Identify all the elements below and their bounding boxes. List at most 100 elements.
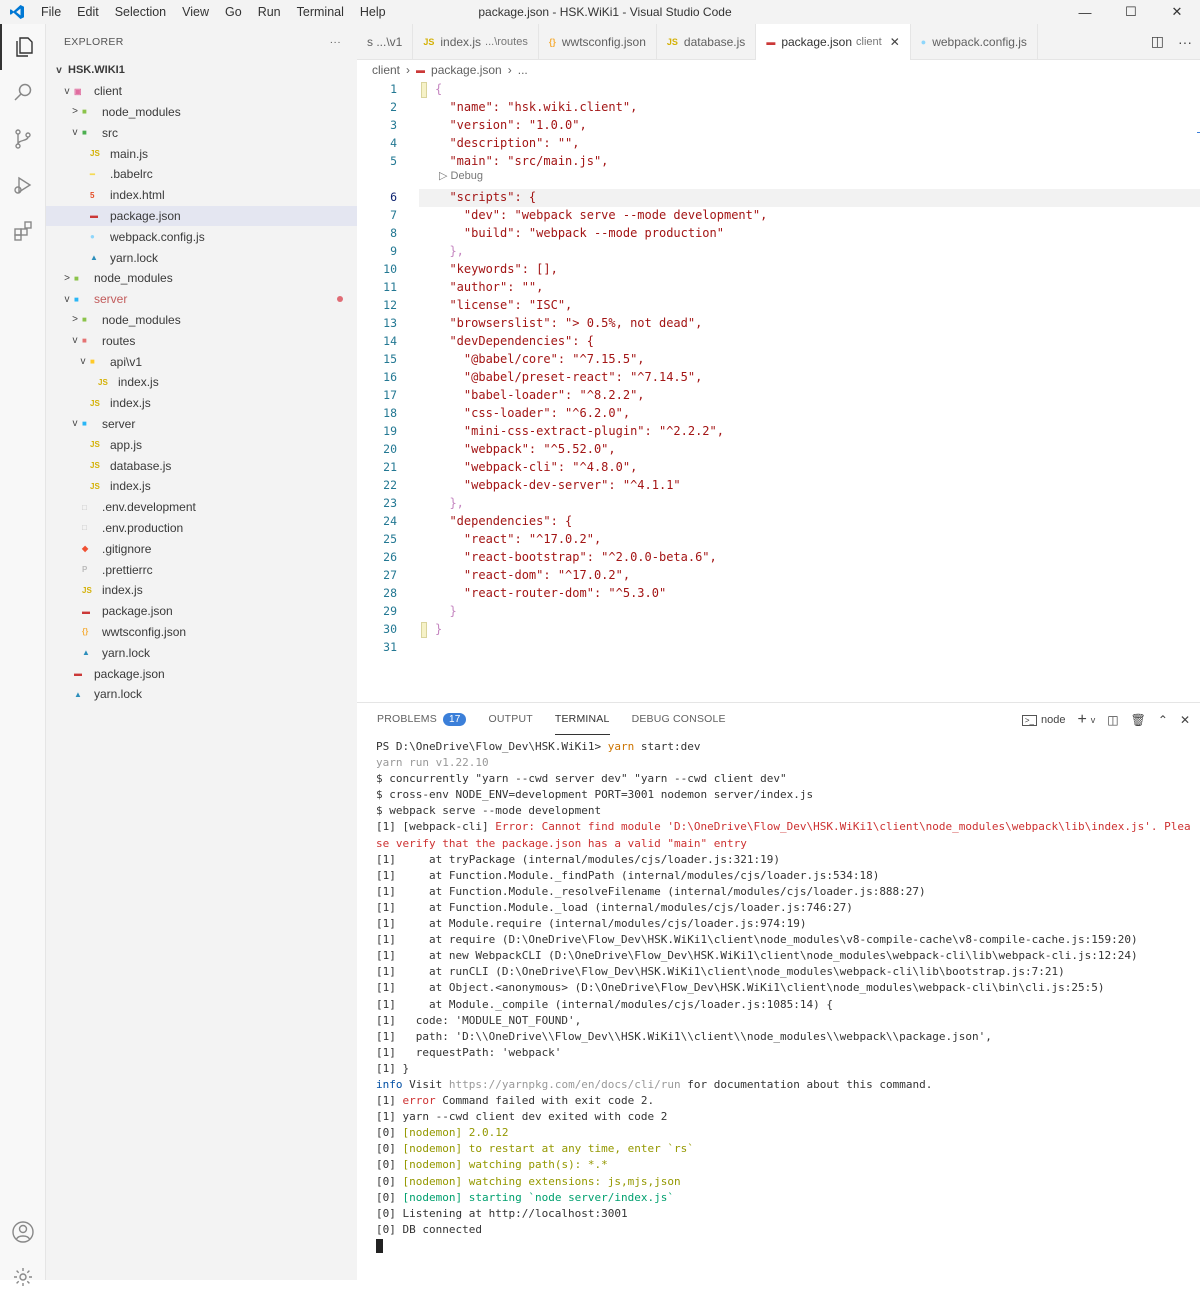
- vscode-logo-icon: [0, 0, 33, 24]
- terminal-line: [1] at runCLI (D:\OneDrive\Flow_Dev\HSK.…: [376, 964, 1196, 980]
- terminal-text: [0]: [376, 1158, 403, 1172]
- split-editor-icon[interactable]: ◫: [1151, 33, 1164, 50]
- yarn-file-icon: ▲: [74, 689, 82, 699]
- tree-item-label: node_modules: [102, 104, 181, 119]
- menu-edit[interactable]: Edit: [69, 0, 107, 24]
- terminal-text: yarn run v1.22.10: [376, 756, 489, 770]
- folder-item[interactable]: > ■ node_modules: [46, 310, 357, 331]
- file-item[interactable]: .▬package.json: [46, 663, 357, 684]
- breadcrumb-folder[interactable]: client: [372, 63, 400, 77]
- file-item[interactable]: .▲yarn.lock: [46, 684, 357, 705]
- terminal-text: [1] path: 'D:\\OneDrive\\Flow_Dev\\HSK.W…: [376, 1029, 992, 1043]
- tab-debug-console[interactable]: DEBUG CONSOLE: [632, 703, 726, 735]
- file-item[interactable]: .◆.gitignore: [46, 538, 357, 559]
- code-editor[interactable]: 1 {2 "name": "hsk.wiki.client", 3 "version…: [357, 80, 1200, 700]
- file-item[interactable]: .P.prettierrc: [46, 559, 357, 580]
- folder-item[interactable]: v ▣ client: [46, 81, 357, 102]
- menu-selection[interactable]: Selection: [107, 0, 174, 24]
- terminal-line: se verify that the package.json has a va…: [376, 836, 1196, 852]
- code-line: "version": "1.0.0",: [435, 118, 587, 132]
- file-item[interactable]: .□.env.development: [46, 497, 357, 518]
- folder-item[interactable]: > ■ node_modules: [46, 268, 357, 289]
- tab-output[interactable]: OUTPUT: [488, 703, 532, 735]
- debug-codelens[interactable]: ▷ Debug: [439, 169, 483, 182]
- run-debug-icon[interactable]: [0, 162, 46, 208]
- menu-help[interactable]: Help: [352, 0, 394, 24]
- terminal-text: [1] yarn --cwd client dev exited with co…: [376, 1110, 668, 1124]
- tab-problems[interactable]: PROBLEMS 17: [377, 703, 467, 735]
- editor-tab[interactable]: s ...\v1: [357, 24, 414, 60]
- npm-file-icon: ▬: [90, 211, 98, 221]
- accounts-icon[interactable]: [0, 1209, 46, 1255]
- editor-tab[interactable]: ● webpack.config.js: [911, 24, 1038, 60]
- file-item[interactable]: .JSindex.js: [46, 580, 357, 601]
- terminal-text: $ concurrently "yarn --cwd server dev" "…: [376, 772, 787, 786]
- modified-dot: [337, 296, 343, 303]
- maximize-panel-icon[interactable]: ⌃: [1158, 713, 1168, 727]
- close-tab-icon[interactable]: ✕: [890, 35, 900, 49]
- file-item[interactable]: .JSmain.js: [46, 143, 357, 164]
- source-control-icon[interactable]: [0, 116, 46, 162]
- file-item[interactable]: .▬package.json: [46, 601, 357, 622]
- tab-terminal[interactable]: TERMINAL: [554, 703, 610, 735]
- file-item[interactable]: .JSindex.js: [46, 393, 357, 414]
- file-item[interactable]: .5index.html: [46, 185, 357, 206]
- file-item[interactable]: .JSdatabase.js: [46, 455, 357, 476]
- file-item[interactable]: .JSindex.js: [46, 372, 357, 393]
- explorer-more-button[interactable]: ···: [330, 36, 341, 48]
- menu-view[interactable]: View: [174, 0, 217, 24]
- file-item[interactable]: .{}wwtsconfig.json: [46, 622, 357, 643]
- folder-item[interactable]: v ■ src: [46, 122, 357, 143]
- editor-tab[interactable]: ▬ package.json client ✕: [756, 24, 911, 60]
- settings-gear-icon[interactable]: [0, 1254, 46, 1300]
- folder-item[interactable]: v ■ server: [46, 414, 357, 435]
- terminal-output[interactable]: PS D:\OneDrive\Flow_Dev\HSK.WiKi1> yarn …: [376, 739, 1196, 1254]
- editor-scrollbar[interactable]: [1196, 80, 1200, 700]
- minimize-button[interactable]: —: [1062, 0, 1108, 24]
- editor-tab[interactable]: {} wwtsconfig.json: [539, 24, 657, 60]
- file-item[interactable]: .▲yarn.lock: [46, 247, 357, 268]
- file-item[interactable]: .JSindex.js: [46, 476, 357, 497]
- folder-item[interactable]: v ■ server: [46, 289, 357, 310]
- editor-tab[interactable]: JS database.js: [657, 24, 757, 60]
- explorer-icon[interactable]: [0, 24, 46, 70]
- code-line: "browserslist": "> 0.5%, not dead",: [435, 316, 703, 330]
- folder-item[interactable]: v ■ api\v1: [46, 351, 357, 372]
- extensions-icon[interactable]: [0, 208, 46, 254]
- npm-file-icon: ▬: [416, 65, 426, 75]
- new-terminal-plus-icon[interactable]: +: [1077, 711, 1086, 729]
- file-item[interactable]: .JSapp.js: [46, 434, 357, 455]
- terminal-text: Visit: [402, 1077, 449, 1091]
- file-item[interactable]: .▲yarn.lock: [46, 642, 357, 663]
- file-item[interactable]: .●webpack.config.js: [46, 226, 357, 247]
- more-actions-icon[interactable]: ···: [1178, 34, 1192, 50]
- terminal-text: [1] requestPath: 'webpack': [376, 1045, 562, 1059]
- terminal-shell-selector[interactable]: >_ node: [1021, 714, 1065, 726]
- terminal-line: [1] [webpack-cli] Error: Cannot find mod…: [376, 819, 1196, 835]
- close-panel-icon[interactable]: ✕: [1180, 713, 1190, 727]
- js-file-icon: JS: [666, 37, 678, 47]
- trash-icon[interactable]: 🗑: [1131, 713, 1146, 727]
- terminal-line: [1] requestPath: 'webpack': [376, 1045, 1196, 1061]
- breadcrumb-rest[interactable]: ...: [518, 63, 528, 77]
- terminal-line: yarn run v1.22.10: [376, 755, 1196, 771]
- file-item[interactable]: .▬package.json: [46, 205, 357, 227]
- folder-item[interactable]: v ■ routes: [46, 330, 357, 351]
- menu-go[interactable]: Go: [217, 0, 250, 24]
- search-icon[interactable]: [0, 70, 46, 116]
- chevron-down-icon[interactable]: v: [1091, 715, 1096, 725]
- split-terminal-icon[interactable]: ◫: [1107, 713, 1118, 727]
- menu-run[interactable]: Run: [250, 0, 289, 24]
- folder-item[interactable]: > ■ node_modules: [46, 102, 357, 123]
- breadcrumb-file[interactable]: package.json: [431, 63, 502, 77]
- workspace-root[interactable]: v HSK.WIKI1: [46, 60, 357, 81]
- menu-terminal[interactable]: Terminal: [289, 0, 352, 24]
- terminal-cursor: [376, 1238, 383, 1253]
- chevron-down-icon: v: [72, 127, 78, 139]
- file-item[interactable]: .□.env.production: [46, 518, 357, 539]
- editor-tab[interactable]: JS index.js ...\routes: [413, 24, 539, 60]
- file-item[interactable]: .━.babelrc: [46, 164, 357, 185]
- close-window-button[interactable]: ✕: [1154, 0, 1200, 24]
- menu-file[interactable]: File: [33, 0, 69, 24]
- maximize-button[interactable]: ☐: [1108, 0, 1154, 24]
